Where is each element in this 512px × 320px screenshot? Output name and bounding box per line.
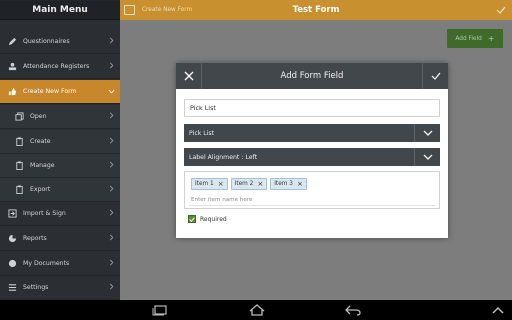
remove-item-icon[interactable]: × — [257, 180, 263, 188]
sidebar-item-open[interactable]: Open — [0, 105, 120, 129]
page-title: Test Form — [292, 5, 340, 15]
main-menu-title: Main Menu — [0, 0, 120, 20]
sidebar-item-label: Import & Sign — [23, 210, 66, 217]
sidebar: Main Menu Questionnaires Attendance Regis… — [0, 0, 120, 300]
menu-lines-icon — [7, 283, 17, 293]
sidebar-item-settings[interactable]: Settings — [0, 276, 120, 300]
item-tag: Item 2 × — [230, 178, 268, 190]
sidebar-item-manage[interactable]: Manage — [0, 154, 120, 178]
label-alignment-select[interactable]: Label Alignment : Left — [184, 148, 440, 166]
back-icon[interactable] — [342, 303, 364, 317]
recent-apps-icon[interactable] — [150, 303, 170, 317]
remove-item-icon[interactable]: × — [297, 180, 303, 188]
sidebar-item-label: Create New Form — [23, 88, 77, 95]
pen-icon — [7, 37, 17, 47]
chevron-up-icon[interactable] — [490, 303, 506, 317]
sidebar-item-label: Create — [30, 138, 51, 145]
sidebar-item-label: Open — [30, 113, 47, 120]
sidebar-item-attendance-registers[interactable]: Attendance Registers — [0, 55, 120, 79]
pick-list-items-box: Item 1 × Item 2 × Item 3 × Enter item na… — [184, 171, 440, 209]
chevron-right-icon — [106, 37, 116, 46]
item-tag: Item 3 × — [270, 178, 307, 190]
globe-icon — [7, 259, 17, 269]
sidebar-item-questionnaires[interactable]: Questionnaires — [0, 30, 120, 54]
pie-chart-icon — [7, 234, 17, 244]
chevron-right-icon — [106, 62, 116, 71]
field-name-input[interactable]: Pick List — [184, 99, 440, 117]
home-icon[interactable] — [246, 303, 268, 317]
item-tag-label: Item 3 — [274, 181, 293, 187]
chevron-down-icon[interactable] — [414, 148, 440, 166]
chevron-right-icon — [106, 234, 116, 243]
field-type-value: Pick List — [189, 129, 215, 137]
close-icon[interactable] — [176, 63, 202, 89]
chevron-right-icon — [106, 112, 116, 121]
import-icon — [7, 209, 17, 219]
sidebar-item-import-sign[interactable]: Import & Sign — [0, 202, 120, 226]
sidebar-item-reports[interactable]: Reports — [0, 227, 120, 251]
dialog-header: Add Form Field — [176, 63, 448, 89]
thumbs-up-icon — [7, 87, 17, 97]
chevron-right-icon — [106, 259, 116, 268]
chevron-right-icon — [106, 137, 116, 146]
clipboard-icon — [14, 161, 24, 171]
copy-icon — [14, 112, 24, 122]
plus-icon: + — [487, 34, 495, 43]
sidebar-item-label: My Documents — [23, 260, 70, 267]
chevron-right-icon — [106, 209, 116, 218]
clipboard-icon — [14, 137, 24, 147]
required-checkbox[interactable] — [188, 215, 196, 223]
item-name-input[interactable]: Enter item name here — [191, 197, 252, 203]
item-tag-label: Item 1 — [195, 181, 214, 187]
sidebar-item-label: Questionnaires — [23, 38, 70, 45]
dialog-title: Add Form Field — [280, 71, 344, 81]
item-tag-label: Item 2 — [234, 181, 254, 187]
item-tags: Item 1 × Item 2 × Item 3 × — [191, 178, 310, 190]
register-icon — [7, 62, 17, 72]
chevron-down-icon[interactable] — [414, 124, 440, 142]
sidebar-item-label: Export — [30, 186, 51, 193]
top-bar: Create New Form Test Form — [120, 0, 512, 20]
add-field-button[interactable]: Add Field + — [447, 29, 503, 48]
add-form-field-dialog: Add Form Field Pick List Pick List Label… — [176, 63, 448, 238]
sidebar-item-export[interactable]: Export — [0, 178, 120, 202]
confirm-check-icon[interactable] — [422, 63, 448, 89]
item-tag: Item 1 × — [191, 178, 228, 190]
sidebar-item-label: Settings — [23, 284, 49, 291]
chevron-right-icon — [106, 185, 116, 194]
sidebar-item-my-documents[interactable]: My Documents — [0, 252, 120, 276]
input-underline — [189, 205, 435, 206]
sidebar-item-label: Attendance Registers — [23, 63, 90, 70]
chevron-right-icon — [106, 161, 116, 170]
clipboard-icon — [14, 185, 24, 195]
label-alignment-value: Label Alignment : Left — [189, 153, 258, 161]
chevron-right-icon — [106, 283, 116, 292]
sidebar-item-label: Manage — [30, 162, 55, 169]
chevron-down-icon — [106, 87, 116, 96]
required-checkbox-row[interactable]: Required — [188, 215, 227, 223]
sidebar-item-label: Reports — [23, 235, 47, 242]
required-label: Required — [200, 215, 227, 223]
field-type-select[interactable]: Pick List — [184, 124, 440, 142]
save-check-icon[interactable] — [496, 5, 506, 15]
system-nav-bar — [0, 300, 512, 320]
sidebar-item-create[interactable]: Create — [0, 130, 120, 154]
remove-item-icon[interactable]: × — [218, 180, 224, 188]
add-field-label: Add Field — [455, 35, 482, 42]
sidebar-item-create-new-form[interactable]: Create New Form — [0, 80, 120, 104]
